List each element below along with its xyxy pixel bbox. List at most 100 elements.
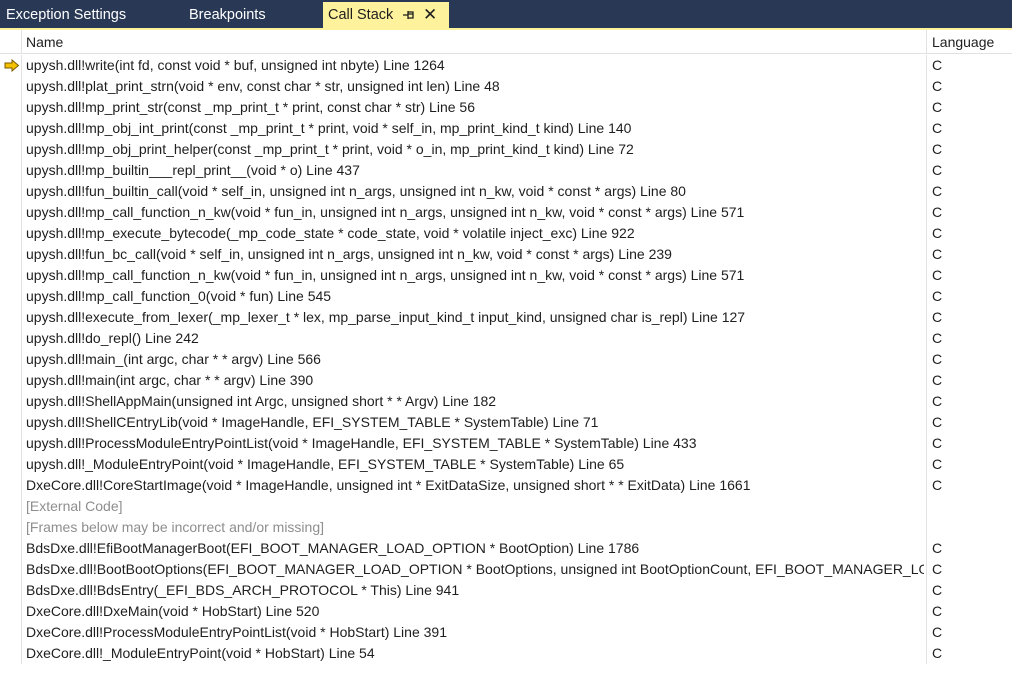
- frame-name: upysh.dll!ProcessModuleEntryPointList(vo…: [26, 435, 697, 451]
- stack-frame-row[interactable]: upysh.dll!mp_print_str(const _mp_print_t…: [0, 97, 1012, 118]
- stack-frame-row[interactable]: upysh.dll!mp_execute_bytecode(_mp_code_s…: [0, 223, 1012, 244]
- pin-icon[interactable]: [401, 2, 415, 28]
- frame-name: upysh.dll!ShellCEntryLib(void * ImageHan…: [26, 414, 599, 430]
- column-divider: [926, 538, 927, 559]
- frame-name: upysh.dll!mp_print_str(const _mp_print_t…: [26, 99, 475, 115]
- stack-frame-row[interactable]: upysh.dll!ProcessModuleEntryPointList(vo…: [0, 433, 1012, 454]
- frame-gutter: [0, 559, 22, 580]
- tab-bar: Exception Settings Breakpoints Call Stac…: [0, 0, 1012, 29]
- column-divider[interactable]: [926, 30, 927, 53]
- frame-name: DxeCore.dll!CoreStartImage(void * ImageH…: [26, 477, 751, 493]
- column-header-name[interactable]: Name: [26, 30, 63, 54]
- stack-frame-row[interactable]: upysh.dll!mp_obj_print_helper(const _mp_…: [0, 139, 1012, 160]
- stack-frame-row[interactable]: [Frames below may be incorrect and/or mi…: [0, 517, 1012, 538]
- frame-language: C: [932, 603, 943, 619]
- column-header-language[interactable]: Language: [932, 30, 994, 54]
- frame-language: C: [932, 351, 943, 367]
- column-divider: [926, 244, 927, 265]
- frame-language: C: [932, 561, 943, 577]
- frame-gutter: [0, 55, 22, 76]
- frame-name: upysh.dll!mp_builtin___repl_print__(void…: [26, 162, 360, 178]
- frame-gutter: [0, 643, 22, 664]
- frame-gutter: [0, 139, 22, 160]
- stack-frame-row[interactable]: upysh.dll!do_repl() Line 242 C: [0, 328, 1012, 349]
- stack-frame-row[interactable]: upysh.dll!mp_call_function_n_kw(void * f…: [0, 265, 1012, 286]
- frame-gutter: [0, 517, 22, 538]
- frame-language: C: [932, 435, 943, 451]
- stack-frame-row[interactable]: DxeCore.dll!DxeMain(void * HobStart) Lin…: [0, 601, 1012, 622]
- frame-language: C: [932, 582, 943, 598]
- column-divider: [926, 391, 927, 412]
- column-divider: [926, 76, 927, 97]
- frame-name: upysh.dll!ShellAppMain(unsigned int Argc…: [26, 393, 497, 409]
- column-header: Name Language: [0, 30, 1012, 54]
- column-divider: [926, 643, 927, 664]
- stack-frame-row[interactable]: upysh.dll!mp_obj_int_print(const _mp_pri…: [0, 118, 1012, 139]
- column-divider: [926, 517, 927, 538]
- frame-language: C: [932, 78, 943, 94]
- stack-frame-row[interactable]: BdsDxe.dll!BootBootOptions(EFI_BOOT_MANA…: [0, 559, 1012, 580]
- gutter-header: [0, 30, 22, 53]
- frame-gutter: [0, 601, 22, 622]
- column-divider: [926, 55, 927, 76]
- tab-exception-settings[interactable]: Exception Settings: [6, 0, 126, 29]
- stack-frame-row[interactable]: upysh.dll!fun_builtin_call(void * self_i…: [0, 181, 1012, 202]
- frame-name: upysh.dll!mp_obj_int_print(const _mp_pri…: [26, 120, 632, 136]
- tab-breakpoints[interactable]: Breakpoints: [189, 0, 266, 29]
- tab-call-stack[interactable]: Call Stack ✕: [323, 2, 449, 28]
- frame-language: C: [932, 204, 943, 220]
- stack-frame-row[interactable]: upysh.dll!plat_print_strn(void * env, co…: [0, 76, 1012, 97]
- stack-frame-row[interactable]: DxeCore.dll!ProcessModuleEntryPointList(…: [0, 622, 1012, 643]
- frame-gutter: [0, 160, 22, 181]
- column-divider: [926, 559, 927, 580]
- frame-gutter: [0, 391, 22, 412]
- call-stack-list: upysh.dll!write(int fd, const void * buf…: [0, 55, 1012, 664]
- frame-gutter: [0, 244, 22, 265]
- stack-frame-row[interactable]: BdsDxe.dll!EfiBootManagerBoot(EFI_BOOT_M…: [0, 538, 1012, 559]
- frame-name: upysh.dll!main_(int argc, char * * argv)…: [26, 351, 321, 367]
- stack-frame-row[interactable]: [External Code]: [0, 496, 1012, 517]
- frame-language: C: [932, 309, 943, 325]
- frame-name: upysh.dll!fun_bc_call(void * self_in, un…: [26, 246, 672, 262]
- frame-name: upysh.dll!execute_from_lexer(_mp_lexer_t…: [26, 309, 746, 325]
- frame-name: upysh.dll!mp_execute_bytecode(_mp_code_s…: [26, 225, 635, 241]
- stack-frame-row[interactable]: upysh.dll!main_(int argc, char * * argv)…: [0, 349, 1012, 370]
- close-icon[interactable]: ✕: [423, 1, 437, 28]
- stack-frame-row[interactable]: upysh.dll!main(int argc, char * * argv) …: [0, 370, 1012, 391]
- frame-language: C: [932, 330, 943, 346]
- stack-frame-row[interactable]: upysh.dll!ShellAppMain(unsigned int Argc…: [0, 391, 1012, 412]
- stack-frame-row[interactable]: upysh.dll!execute_from_lexer(_mp_lexer_t…: [0, 307, 1012, 328]
- frame-name: [External Code]: [26, 498, 123, 514]
- stack-frame-row[interactable]: upysh.dll!mp_call_function_n_kw(void * f…: [0, 202, 1012, 223]
- frame-name: [Frames below may be incorrect and/or mi…: [26, 519, 324, 535]
- frame-gutter: [0, 76, 22, 97]
- frame-name: BdsDxe.dll!EfiBootManagerBoot(EFI_BOOT_M…: [26, 540, 640, 556]
- stack-frame-row[interactable]: DxeCore.dll!_ModuleEntryPoint(void * Hob…: [0, 643, 1012, 664]
- current-frame-arrow-icon: [4, 59, 20, 72]
- stack-frame-row[interactable]: upysh.dll!mp_builtin___repl_print__(void…: [0, 160, 1012, 181]
- frame-language: C: [932, 288, 943, 304]
- frame-gutter: [0, 118, 22, 139]
- frame-language: C: [932, 456, 943, 472]
- frame-gutter: [0, 370, 22, 391]
- stack-frame-row[interactable]: upysh.dll!_ModuleEntryPoint(void * Image…: [0, 454, 1012, 475]
- frame-name: upysh.dll!mp_obj_print_helper(const _mp_…: [26, 141, 634, 157]
- column-divider: [926, 328, 927, 349]
- column-divider: [926, 118, 927, 139]
- frame-gutter: [0, 538, 22, 559]
- stack-frame-row[interactable]: upysh.dll!fun_bc_call(void * self_in, un…: [0, 244, 1012, 265]
- tab-call-stack-label: Call Stack: [328, 7, 394, 23]
- column-divider: [926, 433, 927, 454]
- frame-name: upysh.dll!main(int argc, char * * argv) …: [26, 372, 314, 388]
- stack-frame-row[interactable]: DxeCore.dll!CoreStartImage(void * ImageH…: [0, 475, 1012, 496]
- frame-name: DxeCore.dll!DxeMain(void * HobStart) Lin…: [26, 603, 320, 619]
- stack-frame-row[interactable]: upysh.dll!write(int fd, const void * buf…: [0, 55, 1012, 76]
- frame-language: C: [932, 57, 943, 73]
- stack-frame-row[interactable]: upysh.dll!ShellCEntryLib(void * ImageHan…: [0, 412, 1012, 433]
- frame-language: C: [932, 393, 943, 409]
- frame-language: C: [932, 372, 943, 388]
- stack-frame-row[interactable]: upysh.dll!mp_call_function_0(void * fun)…: [0, 286, 1012, 307]
- frame-language: C: [932, 120, 943, 136]
- stack-frame-row[interactable]: BdsDxe.dll!BdsEntry(_EFI_BDS_ARCH_PROTOC…: [0, 580, 1012, 601]
- frame-name: upysh.dll!mp_call_function_n_kw(void * f…: [26, 204, 745, 220]
